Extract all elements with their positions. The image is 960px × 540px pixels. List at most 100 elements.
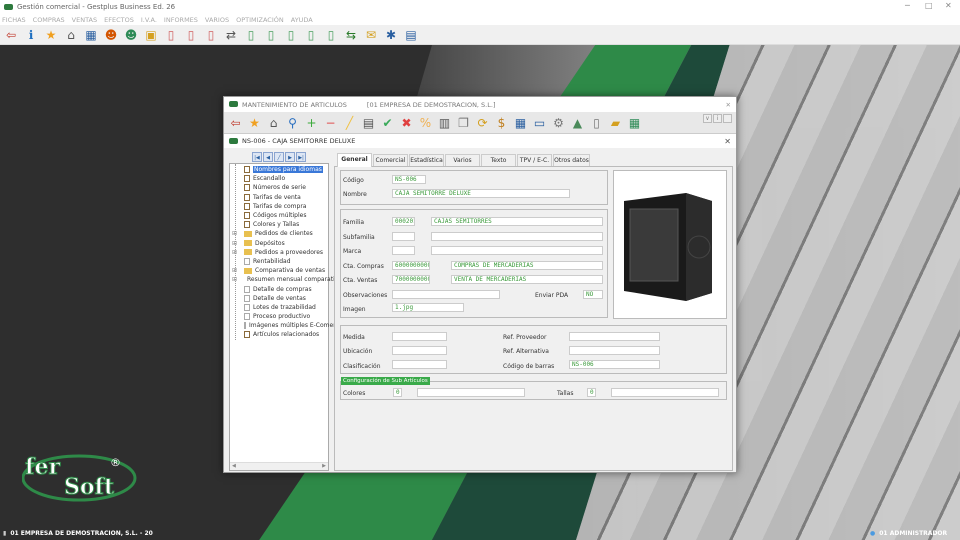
refresh-button[interactable]: ⟳ [474, 114, 491, 131]
tree-item[interactable]: ⊞ Pedidos a proveedores [232, 248, 328, 257]
image-button[interactable]: ▲ [569, 114, 586, 131]
marca-name-field[interactable] [431, 246, 603, 255]
info-button[interactable]: ℹ [22, 26, 40, 44]
tree-item[interactable]: Tarifas de venta [244, 193, 328, 202]
nav-edit-button[interactable]: ╱ [274, 152, 284, 162]
dialog-close-button[interactable]: ✕ [726, 101, 731, 109]
sales-invoice-button[interactable]: ▯ [182, 26, 200, 44]
tab-otros-datos[interactable]: Otros datos [553, 154, 590, 166]
collapse-button[interactable]: ∨ [703, 114, 712, 123]
nav-last-button[interactable]: ▶| [296, 152, 306, 162]
star-button[interactable]: ★ [246, 114, 263, 131]
restore-button[interactable] [723, 114, 732, 123]
expand-icon[interactable]: ⊞ [232, 267, 237, 274]
transfer-button[interactable]: ⇄ [222, 26, 240, 44]
tree-item[interactable]: Códigos múltiples [244, 211, 328, 220]
menu-item[interactable]: COMPRAS [33, 16, 65, 24]
menu-item[interactable]: AYUDA [291, 16, 313, 24]
observaciones-field[interactable] [392, 290, 500, 299]
info-button[interactable]: i [713, 114, 722, 123]
tree-item[interactable]: ⊞ Depósitos [232, 239, 328, 248]
tallas-count-field[interactable]: 0 [587, 388, 596, 397]
tree-item[interactable]: Tarifas de compra [244, 202, 328, 211]
tab-general[interactable]: General [337, 153, 372, 167]
exit-button[interactable]: ⇦ [2, 26, 20, 44]
tree-item[interactable]: Lotes de trazabilidad [244, 303, 328, 312]
purchase-order-button[interactable]: ▯ [262, 26, 280, 44]
marca-code-field[interactable] [392, 246, 415, 255]
remove-button[interactable]: − [322, 114, 339, 131]
product-image[interactable] [613, 170, 727, 319]
clasificacion-field[interactable] [392, 360, 447, 369]
tree-item[interactable]: Imágenes múltiples E-Comer [244, 321, 336, 330]
panel-button[interactable]: ▥ [436, 114, 453, 131]
ref-alternativa-field[interactable] [569, 346, 660, 355]
purchase-delivery-button[interactable]: ▯ [282, 26, 300, 44]
folder-button[interactable]: ▰ [607, 114, 624, 131]
tree-horizontal-scrollbar[interactable]: ◀ ▶ [230, 462, 328, 470]
cta-ventas-name-field[interactable]: VENTA DE MERCADERIAS [451, 275, 603, 284]
purchase-payment-button[interactable]: ▯ [322, 26, 340, 44]
box-button[interactable]: ▣ [142, 26, 160, 44]
cancel-button[interactable]: ✖ [398, 114, 415, 131]
customer-button[interactable]: ☻ [102, 26, 120, 44]
purchase-invoice-button[interactable]: ▯ [302, 26, 320, 44]
tree-item[interactable]: Números de serie [244, 183, 328, 192]
nombre-field[interactable]: CAJA SEMITORRE DELUXE [392, 189, 570, 198]
tab-tpv-e-c-[interactable]: TPV / E-C. [517, 154, 552, 166]
tallas-field[interactable] [611, 388, 719, 397]
menu-item[interactable]: VARIOS [205, 16, 229, 24]
familia-name-field[interactable]: CAJAS SEMITORRES [431, 217, 603, 226]
maximize-button[interactable]: □ [925, 1, 933, 10]
menu-item[interactable]: FICHAS [2, 16, 26, 24]
close-button[interactable]: ✕ [945, 1, 952, 10]
tree-item[interactable]: ⊞ Resumen mensual comparati [232, 275, 335, 284]
ref-proveedor-field[interactable] [569, 332, 660, 341]
calendar-button[interactable]: ▦ [82, 26, 100, 44]
mail-button[interactable]: ✉ [362, 26, 380, 44]
expand-icon[interactable]: ⊞ [232, 230, 237, 237]
tree-item[interactable]: Detalle de ventas [244, 294, 328, 303]
tree-item[interactable]: Escandallo [244, 174, 328, 183]
tree-item[interactable]: Rentabilidad [244, 257, 328, 266]
ubicacion-field[interactable] [392, 346, 447, 355]
cta-ventas-field[interactable]: 7000000000 [392, 275, 430, 284]
tree-item[interactable]: Nombres para idiomas [244, 165, 328, 174]
copy-button[interactable]: ❐ [455, 114, 472, 131]
cta-compras-field[interactable]: 6000000000 [392, 261, 430, 270]
sales-payment-button[interactable]: ▯ [202, 26, 220, 44]
document-button[interactable]: ▯ [588, 114, 605, 131]
exit-button[interactable]: ⇦ [227, 114, 244, 131]
subfamilia-name-field[interactable] [431, 232, 603, 241]
tree-item[interactable]: Proceso productivo [244, 312, 328, 321]
search-button[interactable]: ⚲ [284, 114, 301, 131]
purchase-doc-button[interactable]: ▯ [242, 26, 260, 44]
nav-first-button[interactable]: |◀ [252, 152, 262, 162]
colores-field[interactable] [417, 388, 525, 397]
tab-texto[interactable]: Texto [481, 154, 516, 166]
menu-item[interactable]: INFORMES [164, 16, 198, 24]
percent-button[interactable]: % [417, 114, 434, 131]
nav-next-button[interactable]: ▶ [285, 152, 295, 162]
menu-item[interactable]: OPTIMIZACIÓN [236, 16, 284, 24]
record-close-button[interactable]: ✕ [724, 137, 731, 146]
imagen-field[interactable]: 1.jpg [392, 303, 464, 312]
star-button[interactable]: ★ [42, 26, 60, 44]
accept-button[interactable]: ✔ [379, 114, 396, 131]
menu-item[interactable]: EFECTOS [104, 16, 134, 24]
tab-estadística[interactable]: Estadística [409, 154, 444, 166]
warehouse-button[interactable]: ⌂ [265, 114, 282, 131]
tree-item[interactable]: Detalle de compras [244, 284, 328, 293]
menu-item[interactable]: VENTAS [72, 16, 97, 24]
excel-button[interactable]: ▦ [626, 114, 643, 131]
expand-icon[interactable]: ⊞ [232, 240, 237, 247]
familia-code-field[interactable]: 000201 [392, 217, 415, 226]
medida-field[interactable] [392, 332, 447, 341]
tree-item[interactable]: Colores y Tallas [244, 220, 328, 229]
add-button[interactable]: + [303, 114, 320, 131]
expand-icon[interactable]: ⊞ [232, 249, 237, 256]
codigo-field[interactable]: NS-006 [392, 175, 426, 184]
nav-previous-button[interactable]: ◀ [263, 152, 273, 162]
card-button[interactable]: ▭ [531, 114, 548, 131]
warehouse-button[interactable]: ⌂ [62, 26, 80, 44]
